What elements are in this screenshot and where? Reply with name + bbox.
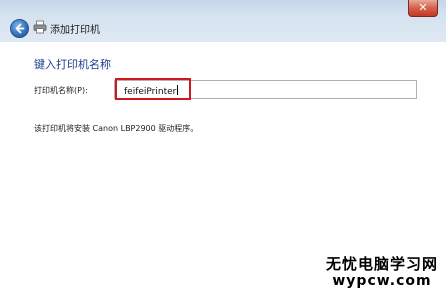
site-watermark: 无忧电脑学习网 wypcw.com	[325, 254, 438, 289]
text-caret	[177, 85, 179, 95]
printer-icon	[33, 20, 47, 34]
title-bar: ✕ 添加打印机	[0, 0, 446, 42]
close-button[interactable]: ✕	[408, 0, 438, 17]
window-title: 添加打印机	[50, 25, 100, 36]
back-button[interactable]	[10, 19, 29, 38]
page-heading: 键入打印机名称	[34, 58, 111, 71]
add-printer-dialog: ✕ 添加打印机 键入打印机名称 打印机名称(P): feifeiPrinter …	[0, 0, 446, 295]
watermark-site-name: 无忧电脑学习网	[325, 254, 438, 273]
printer-name-value: feifeiPrinter	[124, 85, 179, 97]
watermark-site-url: wypcw.com	[332, 272, 432, 289]
driver-note: 该打印机将安装 Canon LBP2900 驱动程序。	[34, 124, 199, 133]
printer-name-input[interactable]: feifeiPrinter	[114, 80, 417, 99]
back-arrow-icon	[15, 23, 25, 34]
printer-name-label: 打印机名称(P):	[34, 86, 88, 95]
